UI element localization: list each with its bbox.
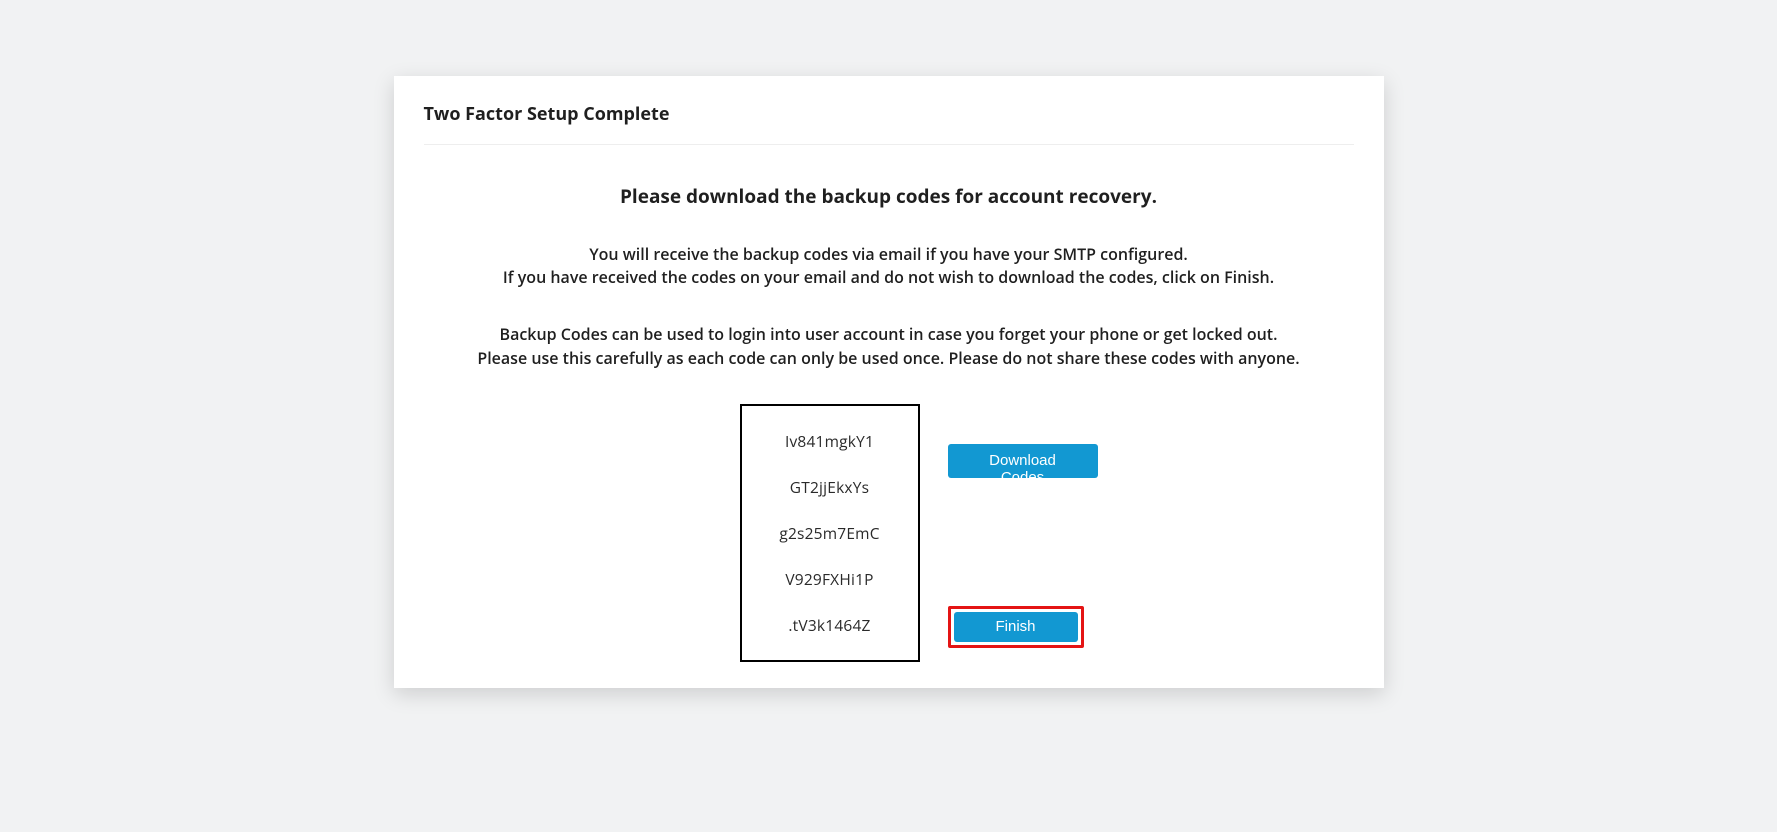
- finish-button-highlight: Finish: [948, 606, 1084, 648]
- info-line: Please use this carefully as each code c…: [477, 347, 1299, 369]
- download-codes-button[interactable]: Download Codes: [948, 444, 1098, 478]
- backup-code: Iv841mgkY1: [785, 430, 874, 452]
- info-line: If you have received the codes on your e…: [503, 266, 1274, 288]
- backup-code: V929FXHi1P: [785, 568, 873, 590]
- finish-button[interactable]: Finish: [954, 612, 1078, 642]
- info-paragraph-2: Backup Codes can be used to login into u…: [424, 323, 1354, 369]
- lower-section: Iv841mgkY1 GT2jjEkxYs g2s25m7EmC V929FXH…: [424, 404, 1354, 664]
- backup-code: g2s25m7EmC: [779, 522, 879, 544]
- info-paragraph-1: You will receive the backup codes via em…: [424, 243, 1354, 289]
- content-heading: Please download the backup codes for acc…: [424, 183, 1354, 209]
- card-title: Two Factor Setup Complete: [424, 102, 1354, 145]
- backup-codes-box: Iv841mgkY1 GT2jjEkxYs g2s25m7EmC V929FXH…: [740, 404, 920, 662]
- backup-code: .tV3k1464Z: [788, 614, 870, 636]
- setup-complete-card: Two Factor Setup Complete Please downloa…: [394, 76, 1384, 688]
- actions-column: Download Codes Finish: [948, 404, 1098, 662]
- backup-code: GT2jjEkxYs: [790, 476, 869, 498]
- card-content: Please download the backup codes for acc…: [424, 145, 1354, 664]
- info-line: You will receive the backup codes via em…: [589, 243, 1188, 265]
- info-line: Backup Codes can be used to login into u…: [500, 323, 1278, 345]
